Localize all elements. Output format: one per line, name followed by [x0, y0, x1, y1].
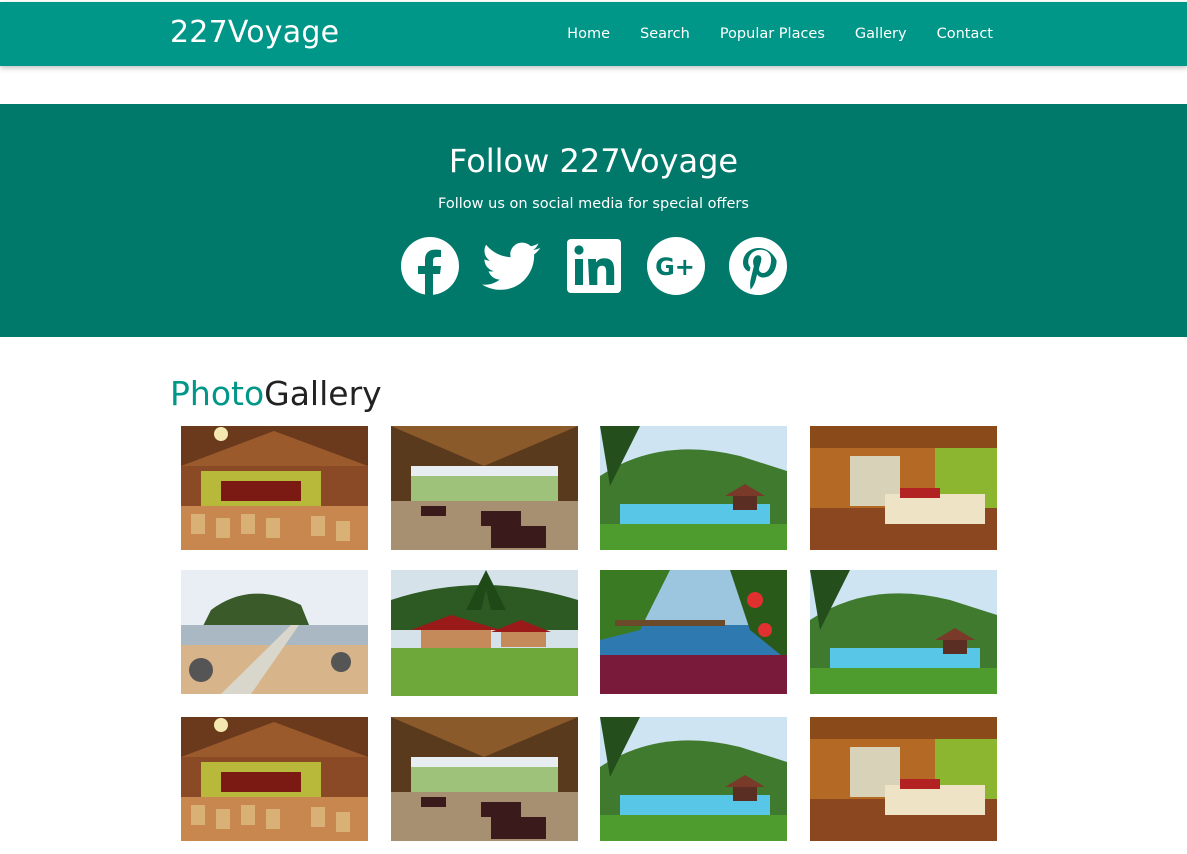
brand-logo[interactable]: 227Voyage: [170, 15, 339, 50]
gallery-heading-rest: Gallery: [264, 374, 382, 413]
gallery-heading: PhotoGallery: [170, 374, 382, 413]
follow-section: Follow 227Voyage Follow us on social med…: [0, 104, 1187, 337]
nav-gallery-link[interactable]: Gallery: [855, 26, 907, 42]
social-links: G+: [0, 236, 1187, 296]
gallery-photo-resort-pool-gazebo[interactable]: [600, 426, 787, 550]
gallery-photo-balcony-dining-table[interactable]: [600, 570, 787, 694]
google-plus-icon[interactable]: G+: [646, 236, 706, 296]
linkedin-icon[interactable]: [564, 236, 624, 296]
gallery-photo-open-dining-hall-2[interactable]: [391, 717, 578, 841]
gallery-photo-hotel-bedroom-2[interactable]: [810, 717, 997, 841]
twitter-icon[interactable]: [481, 236, 542, 296]
main-nav: Home Search Popular Places Gallery Conta…: [537, 2, 993, 66]
gallery-photo-bar-interior-2[interactable]: [181, 717, 368, 841]
nav-home-link[interactable]: Home: [567, 26, 610, 42]
gallery-photo-hotel-bedroom[interactable]: [810, 426, 997, 550]
gallery-photo-bar-interior[interactable]: [181, 426, 368, 550]
gallery-photo-resort-pool-gazebo-3[interactable]: [600, 717, 787, 841]
gallery-photo-resort-pool-gazebo-2[interactable]: [810, 570, 997, 694]
svg-text:G+: G+: [655, 253, 695, 281]
pinterest-icon[interactable]: [728, 236, 788, 296]
follow-title: Follow 227Voyage: [448, 142, 739, 180]
gallery-photo-open-dining-hall[interactable]: [391, 426, 578, 550]
follow-subtitle: Follow us on social media for special of…: [438, 196, 749, 212]
top-navbar: 227Voyage Home Search Popular Places Gal…: [0, 2, 1187, 66]
nav-contact-link[interactable]: Contact: [937, 26, 993, 42]
gallery-heading-accent: Photo: [170, 374, 265, 413]
gallery-photo-beach-boardwalk[interactable]: [181, 570, 368, 694]
nav-search-link[interactable]: Search: [640, 26, 690, 42]
gallery-photo-red-roof-bungalows[interactable]: [391, 570, 578, 696]
nav-popular-places-link[interactable]: Popular Places: [720, 26, 825, 42]
facebook-icon[interactable]: [400, 236, 460, 296]
